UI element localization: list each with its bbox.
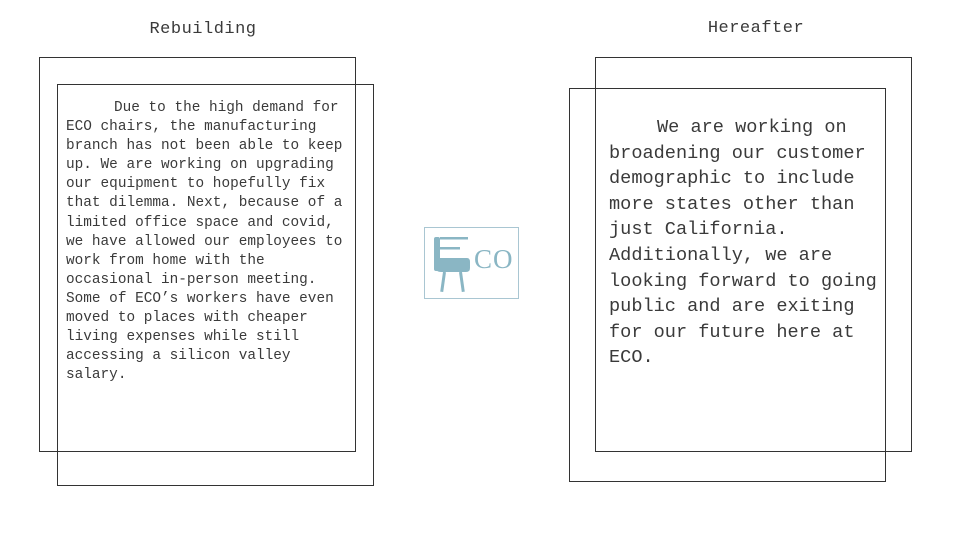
- eco-logo: CO: [424, 227, 519, 299]
- logo-text: CO: [474, 244, 514, 274]
- hereafter-title: Hereafter: [707, 19, 805, 38]
- rebuilding-title: Rebuilding: [149, 20, 257, 39]
- rebuilding-body-text: Due to the high demand for ECO chairs, t…: [66, 100, 343, 384]
- hereafter-body-text: We are working on broadening our custome…: [609, 117, 877, 369]
